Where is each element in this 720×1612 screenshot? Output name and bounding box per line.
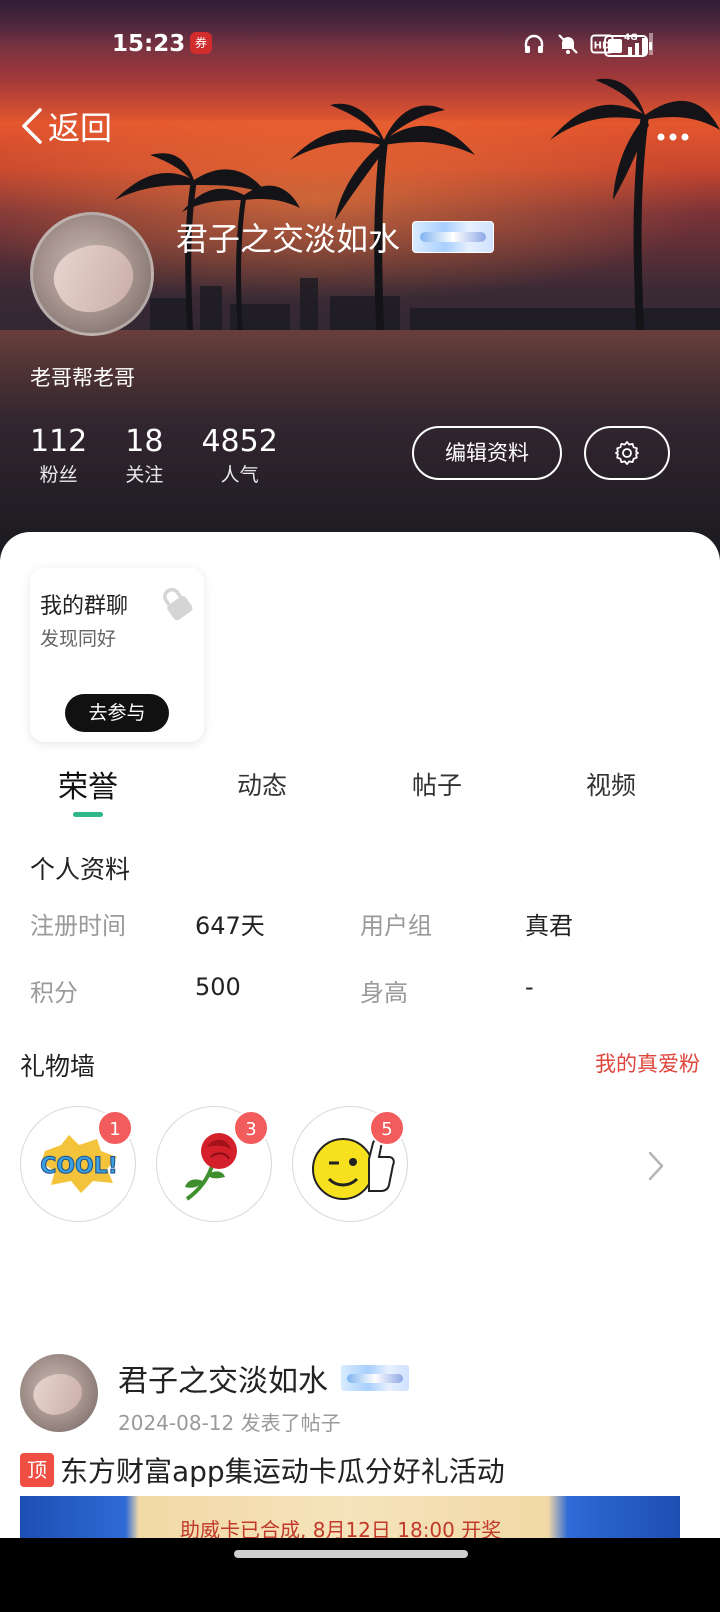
- profile-name: 君子之交淡如水: [176, 220, 401, 258]
- stat-label: 关注: [125, 464, 164, 486]
- profile-stats: 112 粉丝 18 关注 4852 人气: [30, 424, 278, 490]
- chevron-right-icon[interactable]: [646, 1150, 666, 1182]
- gift-wall-title: 礼物墙: [20, 1052, 96, 1081]
- back-label: 返回: [48, 109, 113, 147]
- personal-info-title: 个人资料: [30, 855, 131, 884]
- gear-icon: [615, 441, 639, 465]
- back-button[interactable]: 返回: [20, 104, 112, 148]
- headphones-icon: [524, 34, 544, 53]
- profile-bio: 老哥帮老哥: [30, 366, 135, 390]
- post-author-avatar[interactable]: [20, 1354, 98, 1432]
- gift-count-badge: 1: [97, 1110, 133, 1146]
- post-title: 东方财富app集运动卡瓜分好礼活动: [60, 1455, 505, 1488]
- stat-number: 4852: [201, 424, 278, 459]
- palm-tree-silhouette: [550, 78, 720, 330]
- info-value: 真君: [525, 912, 573, 940]
- group-card-title: 我的群聊: [40, 594, 129, 619]
- tab-videos[interactable]: 视频: [586, 766, 636, 802]
- gift-count-badge: 3: [233, 1110, 269, 1146]
- bell-muted-icon: [558, 34, 578, 54]
- chevron-left-icon: [22, 108, 42, 144]
- notification-app-icon: 券: [190, 32, 212, 54]
- tab-activity[interactable]: 动态: [237, 766, 287, 802]
- profile-avatar[interactable]: [30, 212, 154, 336]
- info-value: 500: [195, 973, 241, 1001]
- more-options-button[interactable]: [656, 115, 690, 150]
- edit-profile-button[interactable]: 编辑资料: [412, 426, 562, 480]
- battery-icon: [604, 35, 652, 57]
- profile-tabs: 荣誉 动态 帖子 视频: [0, 760, 720, 820]
- level-badge-icon: [340, 1364, 410, 1392]
- info-value: 647天: [195, 912, 265, 940]
- stat-fans[interactable]: 112 粉丝: [30, 424, 87, 490]
- stat-popularity[interactable]: 4852 人气: [201, 424, 277, 490]
- info-label: 注册时间: [30, 912, 126, 940]
- more-dots-icon: [657, 133, 689, 141]
- stat-number: 112: [30, 424, 88, 459]
- group-chat-card[interactable]: 我的群聊 发现同好 去参与: [30, 568, 204, 742]
- post-author-row: 君子之交淡如水: [118, 1356, 410, 1400]
- lock-icon: [163, 587, 193, 621]
- info-label: 积分: [30, 979, 78, 1007]
- stat-label: 粉丝: [39, 464, 78, 486]
- join-group-button[interactable]: 去参与: [65, 694, 169, 732]
- post-title-row[interactable]: 顶 东方财富app集运动卡瓜分好礼活动: [20, 1450, 505, 1490]
- info-label: 用户组: [360, 912, 432, 940]
- group-card-subtitle: 发现同好: [40, 628, 117, 650]
- post-meta: 2024-08-12 发表了帖子: [118, 1411, 341, 1435]
- info-label: 身高: [360, 979, 408, 1007]
- stat-number: 18: [125, 424, 164, 459]
- settings-button[interactable]: [584, 426, 670, 480]
- profile-name-row: 君子之交淡如水: [176, 214, 495, 260]
- tab-honor[interactable]: 荣誉: [58, 762, 118, 806]
- post-author-name[interactable]: 君子之交淡如水: [118, 1356, 328, 1400]
- svg-text:COOL!: COOL!: [40, 1154, 118, 1179]
- pinned-tag: 顶: [20, 1453, 54, 1487]
- home-indicator[interactable]: [234, 1550, 468, 1558]
- true-fans-link[interactable]: 我的真爱粉: [595, 1048, 700, 1078]
- tab-posts[interactable]: 帖子: [412, 766, 462, 802]
- status-time: 15:23: [112, 31, 186, 57]
- active-tab-indicator: [73, 812, 103, 817]
- stat-label: 人气: [220, 464, 259, 486]
- stat-following[interactable]: 18 关注: [125, 424, 163, 490]
- level-badge-icon: [412, 221, 495, 253]
- gift-count-badge: 5: [369, 1110, 405, 1146]
- status-bar: 15:23 券 HD 4G: [0, 0, 720, 90]
- info-value: -: [525, 973, 534, 1001]
